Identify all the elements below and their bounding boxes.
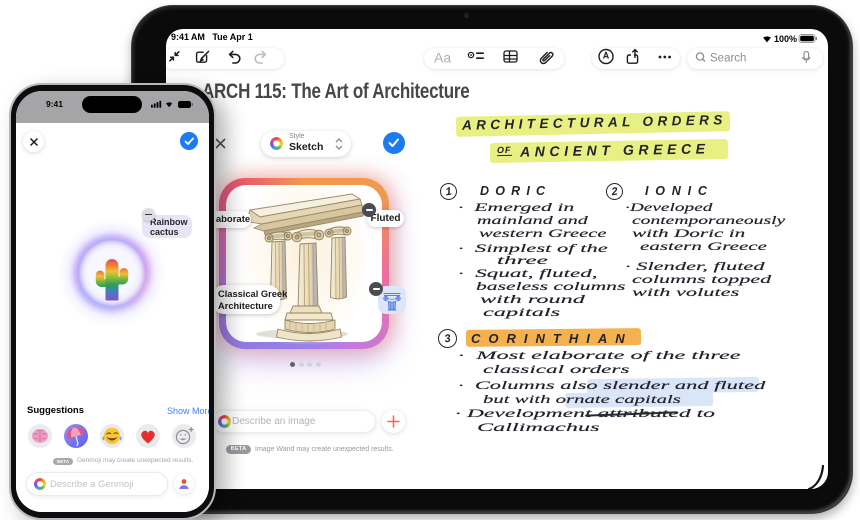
svg-text:Aa: Aa bbox=[434, 50, 451, 66]
svg-text:Search: Search bbox=[710, 53, 746, 65]
svg-text:100%: 100% bbox=[774, 34, 797, 44]
